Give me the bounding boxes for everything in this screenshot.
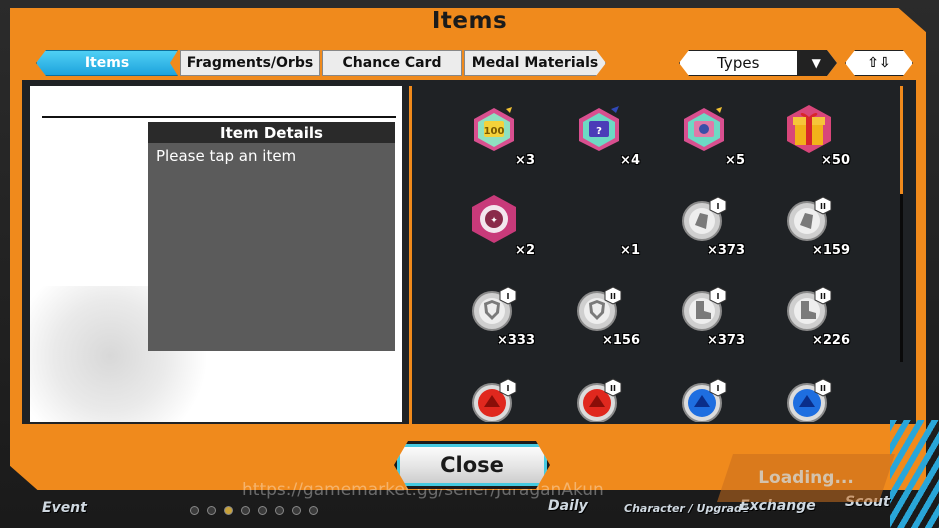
page-dot [292,506,301,515]
item-cell[interactable]: I ×373 [635,276,745,362]
item-cell[interactable]: ? ×4 [530,96,640,182]
item-cell[interactable]: I [425,366,535,422]
item-cell[interactable]: II [740,366,850,422]
item-cell[interactable]: I ×373 [635,186,745,272]
item-count: ×159 [811,243,850,258]
page-dot [241,506,250,515]
svg-text:II: II [820,202,826,211]
page-dot [309,506,318,515]
svg-text:II: II [820,292,826,301]
red-orb-1-icon: I [467,372,521,422]
svg-text:I: I [717,384,720,393]
svg-text:?: ? [596,126,602,137]
page-dot-active [224,506,233,515]
svg-text:I: I [507,384,510,393]
item-cell[interactable]: ×5 [635,96,745,182]
divider-line [42,116,396,118]
scrollbar-thumb[interactable] [900,86,903,194]
silver-medal-shield-2-icon: II [572,282,626,336]
item-cell[interactable]: ×1 [530,186,640,272]
page-dot [207,506,216,515]
tab-items[interactable]: Items [36,50,178,76]
item-details-hint: Please tap an item [156,147,297,165]
blue-hex-icon: ? [572,102,626,156]
item-cell[interactable]: II [530,366,640,422]
svg-text:II: II [610,384,616,393]
svg-text:II: II [610,292,616,301]
item-count: ×226 [811,333,850,348]
silver-medal-strength-2-icon: II [782,192,836,246]
silver-medal-boot-2-icon: II [782,282,836,336]
nav-character-upgrade[interactable]: Character / Upgrade [624,502,749,515]
nav-event[interactable]: Event [42,500,87,516]
svg-text:I: I [507,292,510,301]
tab-medal-materials[interactable]: Medal Materials [464,50,606,76]
svg-text:I: I [717,292,720,301]
item-grid: 100 ×3 ? ×4 ×5 ×50 ✦ ×2 ×1 I ×373 II ×15… [425,96,895,422]
item-cell[interactable]: ×50 [740,96,850,182]
silver-medal-boot-1-icon: I [677,282,731,336]
sort-arrows-icon: ⇧⇩ [867,55,891,71]
pink-hex-icon [677,102,731,156]
item-cell[interactable]: II ×156 [530,276,640,362]
item-details-body [148,143,395,351]
types-dropdown[interactable]: Types ▼ [679,50,837,76]
sort-button[interactable]: ⇧⇩ [845,50,913,76]
blue-orb-2-icon: II [782,372,836,422]
svg-text:II: II [820,384,826,393]
tab-chance-card[interactable]: Chance Card [322,50,462,76]
window-title: Items [431,8,508,34]
item-cell[interactable]: I ×333 [425,276,535,362]
tab-bar: Items Fragments/Orbs Chance Card Medal M… [36,50,608,76]
loading-indicator: Loading... [717,454,895,502]
silver-medal-shield-1-icon: I [467,282,521,336]
page-dot [275,506,284,515]
blue-orb-1-icon: I [677,372,731,422]
nav-daily[interactable]: Daily [548,498,588,514]
page-indicator [190,506,326,515]
item-cell[interactable]: 100 ×3 [425,96,535,182]
silver-medal-strength-1-icon: I [677,192,731,246]
tab-fragments-orbs[interactable]: Fragments/Orbs [180,50,320,76]
gift-box-icon [782,102,836,156]
page-dot [258,506,267,515]
svg-text:I: I [717,202,720,211]
empty-item-icon [572,192,626,246]
types-label: Types [717,54,760,72]
svg-text:100: 100 [484,126,505,137]
item-cell[interactable]: ✦ ×2 [425,186,535,272]
panel-divider [409,86,412,424]
item-cell[interactable]: I [635,366,745,422]
item-details-heading: Item Details [148,122,395,143]
item-count: ×50 [821,153,850,168]
close-button[interactable]: Close [394,441,550,489]
item-cell[interactable]: II ×159 [740,186,850,272]
item-cell[interactable]: II ×226 [740,276,850,362]
red-orb-2-icon: II [572,372,626,422]
pink-badge-icon: ✦ [467,192,521,246]
svg-text:✦: ✦ [490,216,498,226]
green-100-hex-icon: 100 [467,102,521,156]
chevron-down-icon: ▼ [797,51,837,75]
page-dot [190,506,199,515]
